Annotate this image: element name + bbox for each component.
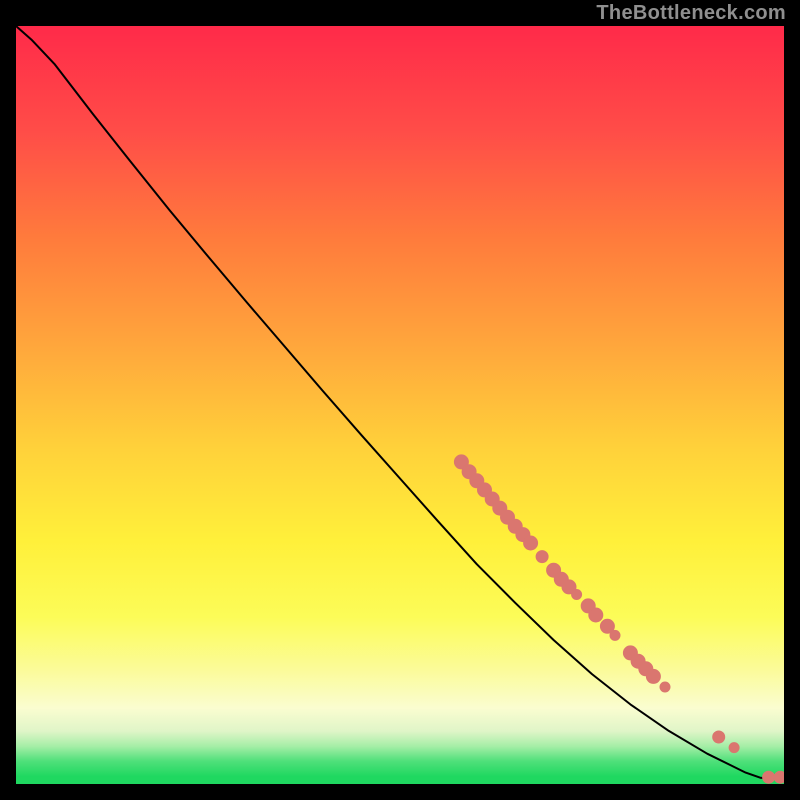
data-point	[729, 743, 739, 753]
data-point	[646, 669, 660, 683]
data-point	[713, 731, 725, 743]
data-point	[774, 771, 784, 783]
data-point	[589, 608, 603, 622]
chart-frame: TheBottleneck.com	[0, 0, 800, 800]
bottleneck-curve	[16, 26, 784, 778]
data-point	[572, 590, 582, 600]
curve-path	[16, 26, 784, 778]
data-point	[763, 771, 775, 783]
watermark-text: TheBottleneck.com	[596, 2, 786, 25]
data-points	[454, 455, 784, 783]
data-point	[610, 630, 620, 640]
data-point	[536, 551, 548, 563]
chart-overlay	[16, 26, 784, 784]
data-point	[524, 536, 538, 550]
data-point	[660, 682, 670, 692]
